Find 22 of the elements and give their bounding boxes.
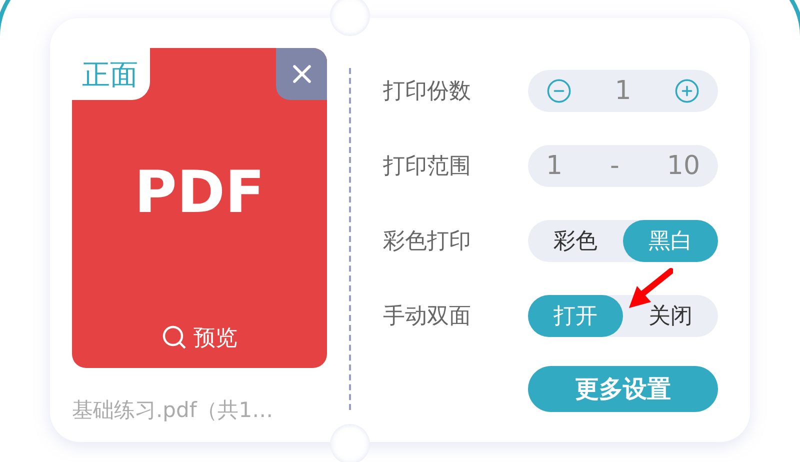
file-type: PDF <box>134 158 265 226</box>
copies-value: 1 <box>614 76 632 106</box>
segment-option[interactable]: 彩色 <box>528 220 623 262</box>
setting-label: 手动双面 <box>383 303 471 331</box>
search-icon <box>162 325 188 351</box>
range-start[interactable]: 1 <box>546 151 563 181</box>
plus-icon[interactable] <box>674 78 700 104</box>
more-settings-button[interactable]: 更多设置 <box>528 366 718 412</box>
range-end[interactable]: 10 <box>666 151 700 181</box>
file-name: 基础练习.pdf（共1… <box>72 397 274 424</box>
setting-label: 打印份数 <box>383 78 471 106</box>
setting-label: 彩色打印 <box>383 228 471 256</box>
preview-button[interactable]: 预览 <box>156 322 244 354</box>
file-tile[interactable]: 正面 PDF 预览 <box>72 48 327 368</box>
close-button[interactable] <box>276 48 327 100</box>
setting-label: 打印范围 <box>383 153 471 181</box>
minus-icon[interactable] <box>546 78 572 104</box>
segment-option[interactable]: 关闭 <box>623 295 718 337</box>
side-label: 正面 <box>72 48 150 100</box>
segment-option[interactable]: 打开 <box>528 295 623 337</box>
segment-option[interactable]: 黑白 <box>623 220 718 262</box>
range-separator: - <box>610 151 620 181</box>
